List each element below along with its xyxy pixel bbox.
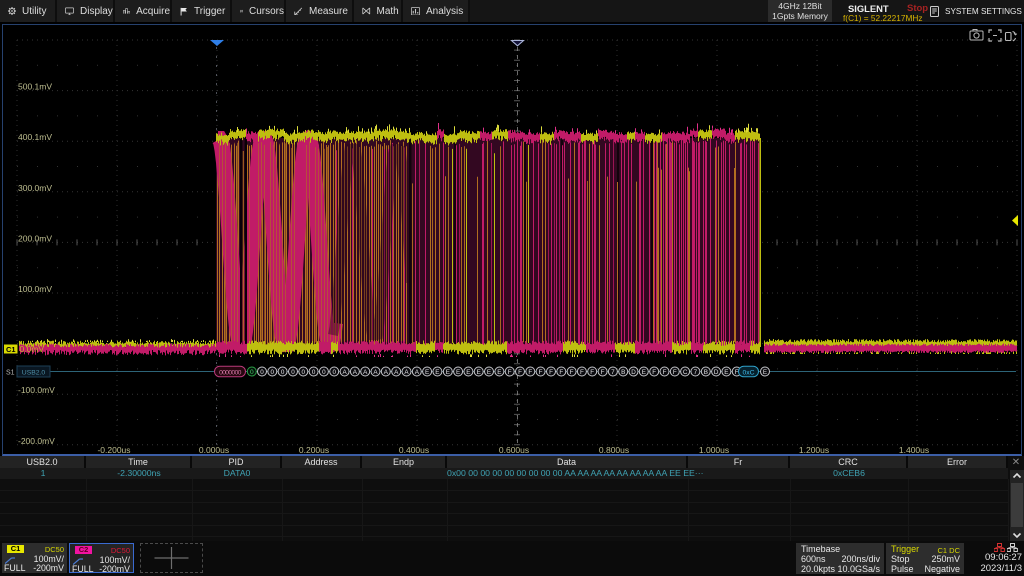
svg-text:D: D — [714, 369, 719, 376]
svg-text:7: 7 — [611, 369, 615, 376]
svg-text:0: 0 — [271, 369, 275, 376]
svg-text:E: E — [446, 369, 450, 376]
svg-text:0000000: 0000000 — [219, 369, 242, 376]
svg-text:F: F — [580, 369, 584, 376]
svg-text:1.000us: 1.000us — [699, 445, 729, 455]
svg-text:7: 7 — [694, 369, 698, 376]
svg-text:500.1mV: 500.1mV — [18, 82, 52, 92]
svg-text:F: F — [539, 369, 543, 376]
svg-text:F: F — [549, 369, 553, 376]
svg-text:-100.0mV: -100.0mV — [18, 385, 55, 395]
svg-text:1.400us: 1.400us — [899, 445, 929, 455]
svg-text:F: F — [570, 369, 574, 376]
svg-text:E: E — [642, 369, 646, 376]
svg-text:F: F — [663, 369, 667, 376]
svg-text:-200.0mV: -200.0mV — [18, 436, 55, 446]
svg-text:0: 0 — [291, 369, 295, 376]
svg-text:C: C — [683, 369, 688, 376]
svg-text:-0.200us: -0.200us — [97, 445, 130, 455]
svg-text:0xC: 0xC — [742, 369, 754, 376]
svg-text:F: F — [508, 369, 512, 376]
svg-text:F: F — [601, 369, 605, 376]
svg-text:E: E — [435, 369, 439, 376]
svg-text:0: 0 — [312, 369, 316, 376]
svg-text:0: 0 — [332, 369, 336, 376]
svg-text:D: D — [631, 369, 636, 376]
svg-text:0: 0 — [260, 369, 264, 376]
svg-text:0: 0 — [281, 369, 285, 376]
svg-text:100.0mV: 100.0mV — [18, 284, 52, 294]
svg-text:0.600us: 0.600us — [499, 445, 529, 455]
svg-text:0: 0 — [250, 369, 254, 376]
svg-text:B: B — [621, 369, 625, 376]
svg-text:0: 0 — [302, 369, 306, 376]
svg-text:E: E — [466, 369, 470, 376]
svg-text:0.400us: 0.400us — [399, 445, 429, 455]
svg-text:300.0mV: 300.0mV — [18, 183, 52, 193]
svg-text:E: E — [487, 369, 491, 376]
svg-text:E: E — [477, 369, 481, 376]
svg-text:C1: C1 — [6, 345, 16, 354]
svg-text:E: E — [763, 369, 767, 376]
svg-text:F: F — [652, 369, 656, 376]
svg-text:0: 0 — [322, 369, 326, 376]
svg-text:USB2.0: USB2.0 — [22, 370, 46, 377]
svg-text:B: B — [704, 369, 708, 376]
svg-text:0.0mV: 0.0mV — [20, 344, 45, 354]
svg-text:F: F — [528, 369, 532, 376]
svg-text:200.0mV: 200.0mV — [18, 233, 52, 243]
svg-text:E: E — [724, 369, 728, 376]
svg-text:F: F — [590, 369, 594, 376]
svg-text:1.200us: 1.200us — [799, 445, 829, 455]
svg-text:0.000us: 0.000us — [199, 445, 229, 455]
svg-text:E: E — [497, 369, 501, 376]
svg-text:S1: S1 — [6, 370, 15, 377]
svg-text:F: F — [673, 369, 677, 376]
svg-text:0.200us: 0.200us — [299, 445, 329, 455]
svg-text:F: F — [518, 369, 522, 376]
svg-text:400.1mV: 400.1mV — [18, 132, 52, 142]
svg-text:F: F — [559, 369, 563, 376]
svg-text:E: E — [456, 369, 460, 376]
svg-text:0.800us: 0.800us — [599, 445, 629, 455]
svg-text:E: E — [425, 369, 429, 376]
